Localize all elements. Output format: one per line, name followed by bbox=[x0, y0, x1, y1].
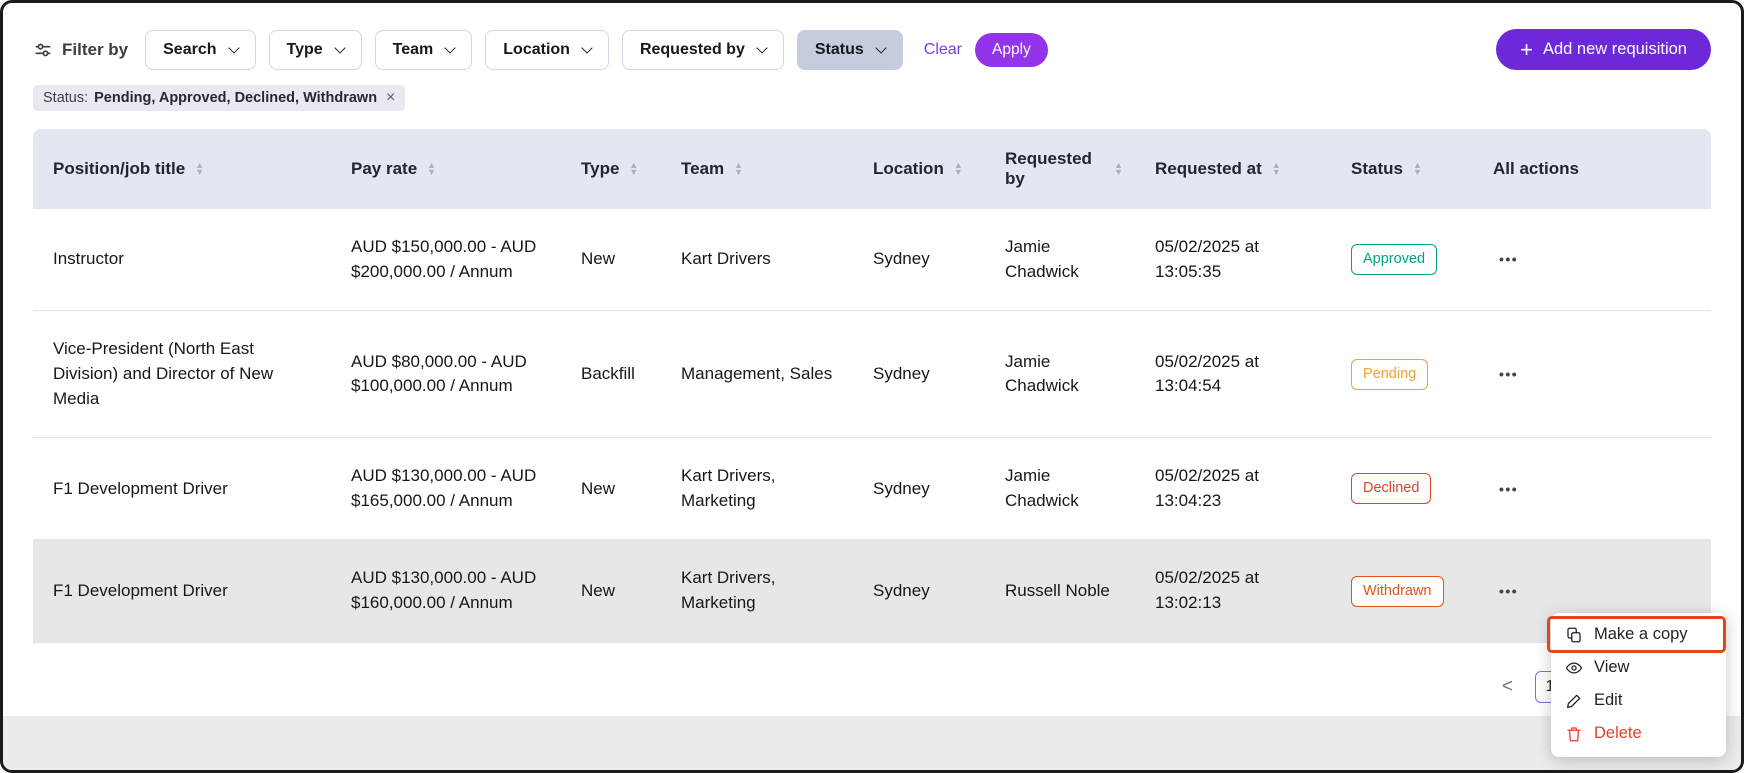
cell-type: New bbox=[565, 209, 665, 311]
cell-team: Kart Drivers bbox=[665, 209, 857, 311]
cell-requested-by: Russell Noble bbox=[989, 540, 1139, 642]
table-row: Vice-President (North East Division) and… bbox=[33, 311, 1711, 438]
cell-position: Vice-President (North East Division) and… bbox=[33, 311, 335, 438]
copy-icon bbox=[1565, 626, 1583, 644]
cell-pay-rate: AUD $130,000.00 - AUD $160,000.00 / Annu… bbox=[335, 540, 565, 642]
cell-location: Sydney bbox=[857, 540, 989, 642]
chevron-down-icon bbox=[445, 42, 456, 53]
filter-by-label: Filter by bbox=[33, 40, 128, 60]
column-header-all-actions: All actions bbox=[1477, 129, 1711, 209]
chip-label: Status: bbox=[43, 90, 88, 106]
cell-location: Sydney bbox=[857, 438, 989, 540]
cell-requested-at: 05/02/2025 at 13:04:23 bbox=[1139, 438, 1335, 540]
cell-requested-at: 05/02/2025 at 13:02:13 bbox=[1139, 540, 1335, 642]
status-badge: Approved bbox=[1351, 244, 1437, 275]
requisitions-table: Position/job title▲▼ Pay rate▲▼ Type▲▼ T… bbox=[33, 129, 1711, 643]
chevron-down-icon bbox=[334, 42, 345, 53]
cell-position: F1 Development Driver bbox=[33, 540, 335, 642]
sort-icon[interactable]: ▲▼ bbox=[734, 162, 743, 176]
clear-filters-link[interactable]: Clear bbox=[924, 41, 962, 59]
column-header-type: Type▲▼ bbox=[565, 129, 665, 209]
sort-icon[interactable]: ▲▼ bbox=[427, 162, 436, 176]
trash-icon bbox=[1565, 725, 1583, 743]
apply-filters-button[interactable]: Apply bbox=[975, 33, 1048, 67]
pencil-icon bbox=[1565, 692, 1583, 710]
menu-item-view[interactable]: View bbox=[1551, 651, 1726, 684]
cell-pay-rate: AUD $80,000.00 - AUD $100,000.00 / Annum bbox=[335, 311, 565, 438]
chevron-down-icon bbox=[875, 42, 886, 53]
chevron-left-icon[interactable]: < bbox=[1496, 675, 1519, 699]
status-badge: Withdrawn bbox=[1351, 576, 1444, 607]
cell-requested-at: 05/02/2025 at 13:04:54 bbox=[1139, 311, 1335, 438]
column-header-position: Position/job title▲▼ bbox=[33, 129, 335, 209]
cell-requested-by: Jamie Chadwick bbox=[989, 438, 1139, 540]
status-badge: Pending bbox=[1351, 359, 1428, 390]
column-header-requested-by: Requested by▲▼ bbox=[989, 129, 1139, 209]
cell-type: New bbox=[565, 540, 665, 642]
menu-item-make-a-copy[interactable]: Make a copy bbox=[1551, 618, 1726, 651]
row-actions-menu-button[interactable]: ••• bbox=[1493, 247, 1524, 271]
cell-team: Kart Drivers, Marketing bbox=[665, 540, 857, 642]
footer-strip bbox=[3, 716, 1741, 770]
filter-dropdown-requested-by[interactable]: Requested by bbox=[622, 30, 784, 70]
cell-requested-by: Jamie Chadwick bbox=[989, 209, 1139, 311]
cell-position: Instructor bbox=[33, 209, 335, 311]
active-filters-row: Status: Pending, Approved, Declined, Wit… bbox=[33, 85, 1711, 111]
filter-by-text: Filter by bbox=[62, 40, 128, 60]
sort-icon[interactable]: ▲▼ bbox=[195, 162, 204, 176]
plus-icon: + bbox=[1520, 43, 1533, 57]
chevron-down-icon bbox=[228, 42, 239, 53]
cell-team: Kart Drivers, Marketing bbox=[665, 438, 857, 540]
table-row-highlighted: F1 Development Driver AUD $130,000.00 - … bbox=[33, 540, 1711, 642]
row-actions-context-menu: Make a copy View Edit Delete bbox=[1551, 613, 1726, 757]
sort-icon[interactable]: ▲▼ bbox=[629, 162, 638, 176]
status-filter-chip: Status: Pending, Approved, Declined, Wit… bbox=[33, 85, 405, 111]
column-header-status: Status▲▼ bbox=[1335, 129, 1477, 209]
status-badge: Declined bbox=[1351, 473, 1431, 504]
eye-icon bbox=[1565, 659, 1583, 677]
cell-requested-at: 05/02/2025 at 13:05:35 bbox=[1139, 209, 1335, 311]
add-new-requisition-button[interactable]: + Add new requisition bbox=[1496, 29, 1711, 70]
cell-type: New bbox=[565, 438, 665, 540]
close-icon[interactable]: × bbox=[386, 90, 395, 106]
main-content: Filter by Search Type Team Location Requ… bbox=[3, 3, 1741, 643]
chip-value: Pending, Approved, Declined, Withdrawn bbox=[94, 90, 377, 106]
filter-dropdown-location[interactable]: Location bbox=[485, 30, 609, 70]
sort-icon[interactable]: ▲▼ bbox=[1272, 162, 1281, 176]
cell-pay-rate: AUD $150,000.00 - AUD $200,000.00 / Annu… bbox=[335, 209, 565, 311]
table-header-row: Position/job title▲▼ Pay rate▲▼ Type▲▼ T… bbox=[33, 129, 1711, 209]
cell-type: Backfill bbox=[565, 311, 665, 438]
menu-item-delete[interactable]: Delete bbox=[1551, 717, 1726, 750]
row-actions-menu-button[interactable]: ••• bbox=[1493, 477, 1524, 501]
column-header-requested-at: Requested at▲▼ bbox=[1139, 129, 1335, 209]
chevron-down-icon bbox=[756, 42, 767, 53]
column-header-pay-rate: Pay rate▲▼ bbox=[335, 129, 565, 209]
sort-icon[interactable]: ▲▼ bbox=[1114, 162, 1123, 176]
table-row: F1 Development Driver AUD $130,000.00 - … bbox=[33, 438, 1711, 540]
sort-icon[interactable]: ▲▼ bbox=[954, 162, 963, 176]
cell-pay-rate: AUD $130,000.00 - AUD $165,000.00 / Annu… bbox=[335, 438, 565, 540]
column-header-team: Team▲▼ bbox=[665, 129, 857, 209]
filter-dropdown-team[interactable]: Team bbox=[375, 30, 473, 70]
cell-requested-by: Jamie Chadwick bbox=[989, 311, 1139, 438]
sort-icon[interactable]: ▲▼ bbox=[1413, 162, 1422, 176]
column-header-location: Location▲▼ bbox=[857, 129, 989, 209]
filter-dropdown-type[interactable]: Type bbox=[269, 30, 362, 70]
cell-team: Management, Sales bbox=[665, 311, 857, 438]
filter-bar: Filter by Search Type Team Location Requ… bbox=[33, 29, 1711, 70]
filter-dropdown-search[interactable]: Search bbox=[145, 30, 255, 70]
cell-position: F1 Development Driver bbox=[33, 438, 335, 540]
cell-location: Sydney bbox=[857, 209, 989, 311]
cell-location: Sydney bbox=[857, 311, 989, 438]
filter-dropdown-status[interactable]: Status bbox=[797, 30, 903, 70]
row-actions-menu-button[interactable]: ••• bbox=[1493, 579, 1524, 603]
table-row: Instructor AUD $150,000.00 - AUD $200,00… bbox=[33, 209, 1711, 311]
row-actions-menu-button[interactable]: ••• bbox=[1493, 362, 1524, 386]
requisitions-page: Filter by Search Type Team Location Requ… bbox=[0, 0, 1744, 773]
menu-item-edit[interactable]: Edit bbox=[1551, 684, 1726, 717]
chevron-down-icon bbox=[581, 42, 592, 53]
sliders-icon bbox=[33, 40, 53, 60]
